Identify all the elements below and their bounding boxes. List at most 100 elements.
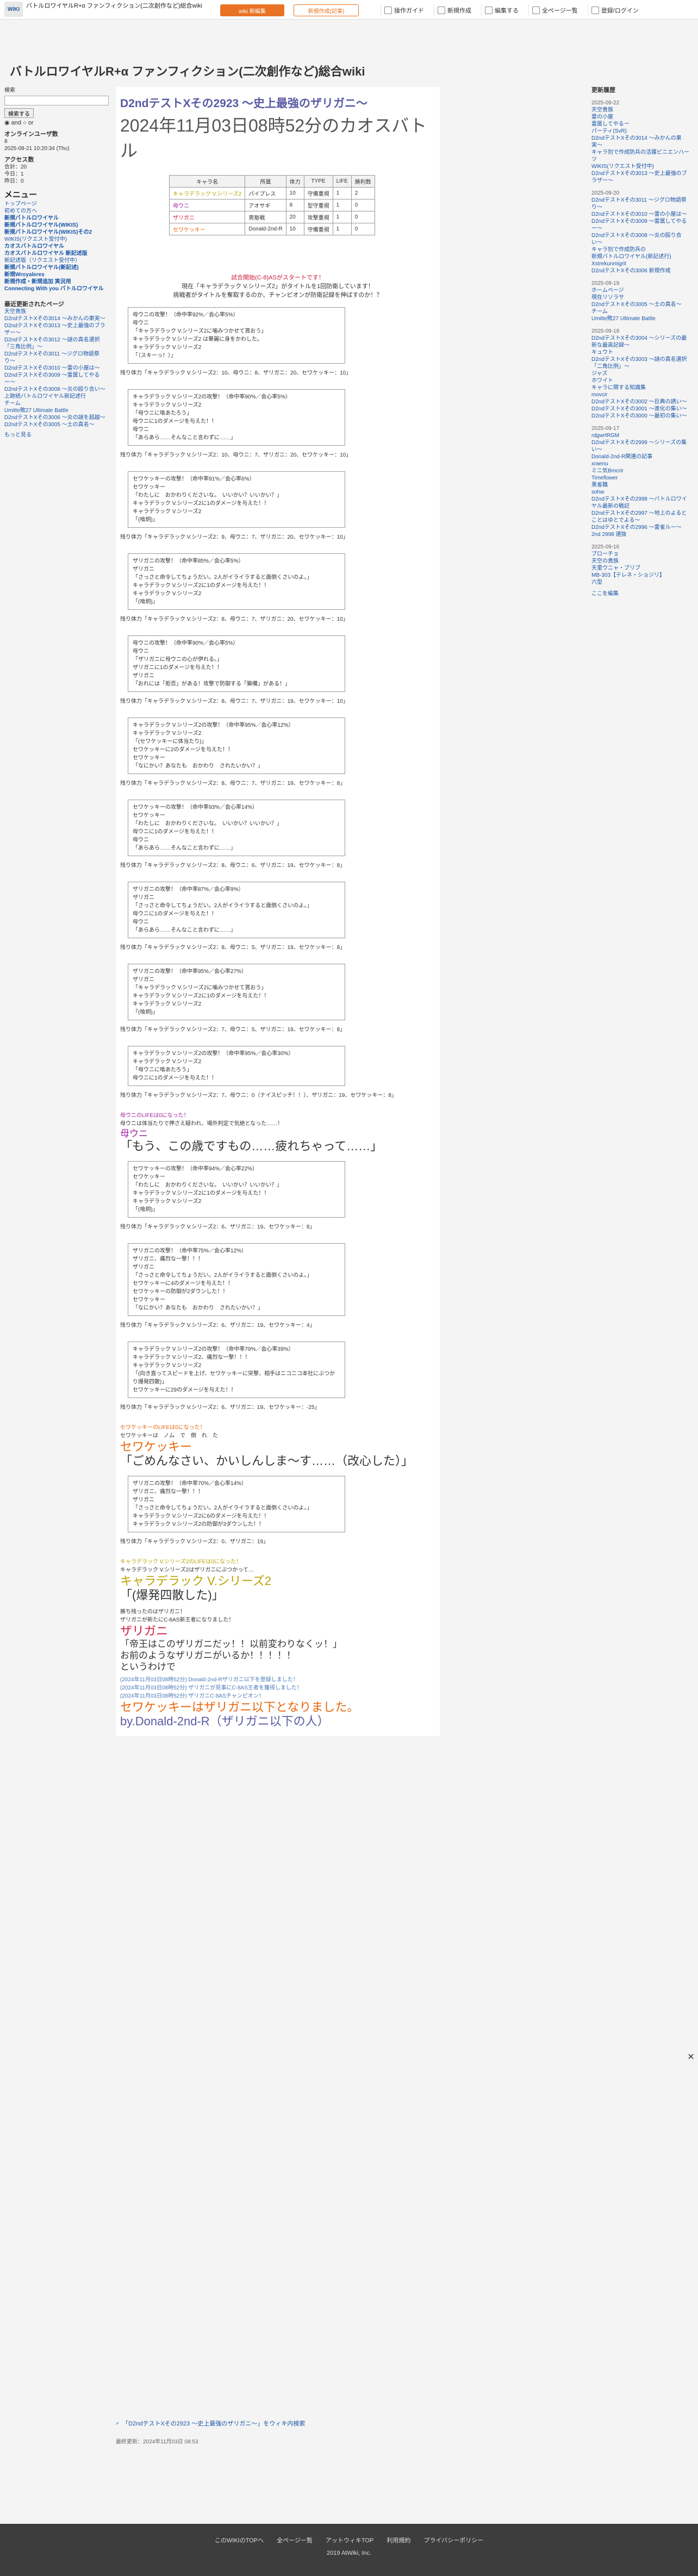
or-radio[interactable]: ○ [23, 120, 27, 126]
history-item[interactable]: 天空貴族 [591, 107, 692, 114]
footer-link[interactable]: 利用規約 [387, 2536, 410, 2544]
history-item[interactable]: Donald-2nd-R関連の記事 [591, 453, 692, 460]
footer-link[interactable]: プライバシーポリシー [423, 2536, 483, 2544]
recent-item[interactable]: チーム [4, 400, 109, 407]
history-item[interactable]: D2ndテストXその2998 〜バトルロワイヤル最新の戦記 [591, 496, 692, 510]
history-item[interactable]: D2ndテストXその3009 〜雷属してやるー〜 [591, 218, 692, 232]
menu-item[interactable]: Connecting With you バトルロワイヤル [4, 285, 109, 292]
history-item[interactable]: MB-303【テレネ・ショジリ】 [591, 572, 692, 579]
search-mode: ◉ and ○ or [4, 120, 34, 126]
wiki-logo[interactable]: WIKI [4, 2, 23, 17]
history-item[interactable]: 六型 [591, 579, 692, 586]
history-item[interactable]: キュウト [591, 349, 692, 356]
recent-item[interactable]: D2ndテストXその3014 〜みかんの果実〜 [4, 315, 109, 322]
site-title[interactable]: バトルロワイヤルR+α ファンフィクション(二次創作など)総合wiki [10, 62, 499, 79]
history-item[interactable]: キャラに関する知識集 [591, 384, 692, 391]
menu-item[interactable]: 新記述版（リクエスト受付中） [4, 257, 109, 264]
menu-item[interactable]: 新規Wroyaleres [4, 271, 109, 278]
recent-item[interactable]: 上跡続バトルロワイヤル新記述行 [4, 393, 109, 400]
menu-item[interactable]: 初めての方へ [4, 208, 109, 215]
history-item[interactable]: 黒雀職 [591, 482, 692, 489]
menu-item[interactable]: 新規バトルロワイヤル(新記述) [4, 264, 109, 271]
wiki-search-link[interactable]: ⌕ 「D2ndテストXその2923 〜史上最強のザリガニ〜」をウィキ内検索 [116, 2416, 440, 2430]
menu-item[interactable]: トップページ [4, 201, 109, 208]
history-item[interactable]: ミニ気Bmcrir [591, 467, 692, 475]
edit-here-link[interactable]: ここを編集 [591, 590, 692, 597]
history-item[interactable]: Umitte敗27 Ultimate Battle [591, 315, 692, 322]
recent-item[interactable]: D2ndテストXその3006 〜炎の謎を超越〜 [4, 414, 109, 421]
history-item[interactable]: sohw [591, 489, 692, 496]
history-item[interactable]: D2ndテストXその3008 〜炎の殴り合い〜 [591, 232, 692, 246]
recent-item[interactable]: D2ndテストXその3013 〜史上最強のブラザー〜 [4, 322, 109, 336]
history-item[interactable]: D2ndテストXその3006 新規作成 [591, 267, 692, 275]
history-item[interactable]: D2ndテストXその3004 〜シリーズの最新な最高記録〜 [591, 335, 692, 349]
wiki-title-link[interactable]: バトルロワイヤルR+α ファンフィクション(二次創作など)総合wiki [26, 3, 211, 10]
menu-item[interactable]: カオスバトルロワイヤル [4, 243, 109, 250]
menu-item[interactable]: 新規バトルロワイヤル [4, 215, 109, 222]
footer-link[interactable]: 全ページ一覧 [277, 2536, 313, 2544]
nav-login[interactable]: 登録/ログイン [587, 4, 642, 16]
menu-item[interactable]: カオスバトルロワイヤル 新記述版 [4, 250, 109, 257]
history-item[interactable]: キャラ別で作成防兵の [591, 246, 692, 253]
history-item[interactable]: D2ndテストXその2999 〜シリーズの集い〜 [591, 439, 692, 453]
history-item[interactable]: 雷属してやるー [591, 121, 692, 128]
table-header: 体力 [285, 175, 304, 188]
nav-pagelist[interactable]: 全ページ一覧 [528, 4, 581, 16]
more-link[interactable]: もっと見る [4, 432, 109, 439]
recent-item[interactable]: D2ndテストXその3010 〜雷の小屋は〜 [4, 365, 109, 372]
recent-item[interactable]: D2ndテストXその3008 〜炎の殴り合い〜 [4, 386, 109, 393]
footer-link[interactable]: このWIKIのTOPへ [215, 2536, 264, 2544]
recent-item[interactable]: 天空貴族 [4, 308, 109, 315]
history-item[interactable]: 2nd 2998 選抜 [591, 531, 692, 538]
recent-item[interactable]: D2ndテストXその3011 〜ジグロ物語祭り〜 [4, 351, 109, 365]
and-radio[interactable]: ◉ [4, 120, 10, 126]
menu-item[interactable]: WIKIS(リクエスト受付中) [4, 236, 109, 243]
history-item[interactable]: ホワイト [591, 377, 692, 384]
history-item[interactable]: movcir [591, 391, 692, 398]
history-item[interactable]: キャラ別で作成防兵の活躍ビニエンハーツ [591, 149, 692, 163]
history-item[interactable]: D2ndテストXその3001 〜進化の集い〜 [591, 406, 692, 413]
history-item[interactable]: D2ndテストXその3010 〜雷の小屋は〜 [591, 211, 692, 218]
history-item[interactable]: 現在リソラサ [591, 294, 692, 301]
history-item[interactable]: D2ndテストXその3002 〜巨典の誘い〜 [591, 398, 692, 406]
recent-item[interactable]: D2ndテストXその3005 〜土の真名〜 [4, 421, 109, 428]
history-item[interactable]: D2ndテストXその3005 〜土の真名〜 [591, 301, 692, 308]
new-page-button[interactable]: 新規作成(記事) [294, 4, 359, 16]
history-item[interactable]: D2ndテストXその3000 〜最初の集い〜 [591, 413, 692, 420]
history-item[interactable]: 天里ウニャ・ブリブ [591, 565, 692, 572]
history-item[interactable]: rdgwrtRGM [591, 432, 692, 439]
nav-edit[interactable]: 編集する [481, 4, 522, 16]
history-item[interactable]: D2ndテストXその2997 ～地上のよるとことはゆとでよる～ [591, 510, 692, 524]
nav-guide[interactable]: 操作ガイド [381, 4, 427, 16]
menu-item[interactable]: 新規作成・新規追加 実況用 [4, 278, 109, 285]
close-icon[interactable]: ✕ [686, 2052, 696, 2062]
search-button[interactable]: 検索する [4, 108, 34, 118]
menu-item[interactable]: 新規バトルロワイヤル(WIKIS) [4, 222, 109, 229]
history-item[interactable]: ホームページ [591, 287, 692, 294]
history-item[interactable]: D2ndテストXその3011 〜ジグロ物語祭り〜 [591, 197, 692, 211]
history-item[interactable]: D2ndテストXその3014 〜みかんの果実〜 [591, 135, 692, 149]
recent-item[interactable]: Umitte敗27 Ultimate Battle [4, 407, 109, 414]
history-item[interactable]: D2ndテストXその2996 〜雷雀ルー〜 [591, 524, 692, 531]
history-item[interactable]: 天空の貴族 [591, 558, 692, 565]
recent-item[interactable]: D2ndテストXその3012 〜謎の真名選択「三角比例」〜 [4, 336, 109, 351]
search-input[interactable] [4, 96, 109, 105]
history-item[interactable]: Timeflower [591, 475, 692, 482]
nav-new[interactable]: 新規作成 [434, 4, 475, 16]
history-item[interactable]: ブローチョ [591, 551, 692, 558]
menu-item[interactable]: 新規バトルロワイヤル(WIKIS)その2 [4, 229, 109, 236]
footer-link[interactable]: アットウィキTOP [326, 2536, 373, 2544]
history-item[interactable]: D2ndテストXその3003 〜謎の真名選択「二角比例」〜 [591, 356, 692, 370]
history-item[interactable]: 雷の小屋 [591, 114, 692, 121]
history-item[interactable]: パーティ(SvR) [591, 128, 692, 135]
attack-line: キャラデラック V.シリーズ2 [133, 1363, 202, 1369]
history-item[interactable]: xraenu [591, 460, 692, 467]
wiki-edit-button[interactable]: wiki 新編集 [220, 4, 284, 16]
history-item[interactable]: D2ndテストXその3013 〜史上最強のブラザー〜 [591, 170, 692, 184]
history-item[interactable]: ジャズ [591, 370, 692, 377]
history-item[interactable]: WIKIS(リクエスト受付中) [591, 163, 692, 170]
history-item[interactable]: 新規バトルロワイヤル(新記述行) Xstrekunmigrit [591, 253, 692, 267]
table-cell: 10 [285, 223, 304, 235]
history-item[interactable]: チーム [591, 308, 692, 315]
recent-item[interactable]: D2ndテストXその3009 〜雷属してやるー〜 [4, 372, 109, 386]
